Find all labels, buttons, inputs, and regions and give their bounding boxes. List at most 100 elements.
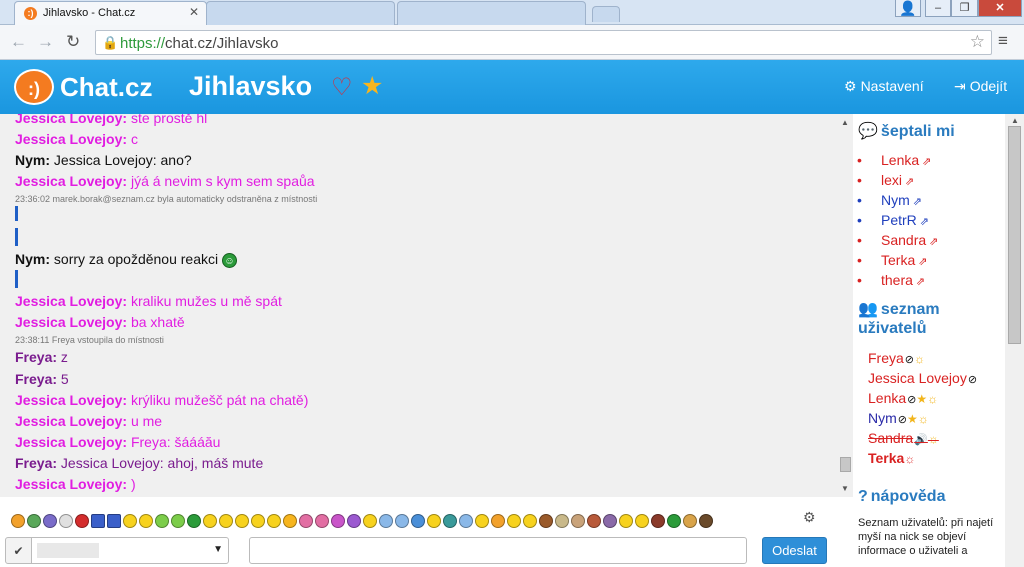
smiley-icon[interactable] [667, 513, 681, 528]
smiley-icon[interactable] [59, 513, 73, 528]
message-list[interactable]: Jessica Lovejoy: ste prostě hl Jessica L… [0, 114, 838, 497]
favorite-star-icon[interactable]: ★ [361, 71, 383, 101]
smiley-icon[interactable] [475, 513, 489, 528]
smiley-icon[interactable] [603, 513, 617, 528]
whisper-item[interactable]: • Terka ⇗ [857, 252, 927, 268]
user-item[interactable]: Terka☼ [868, 450, 915, 466]
external-link-icon[interactable]: ⇗ [905, 176, 914, 188]
sidebar-scrollbar[interactable]: ▲ [1005, 114, 1024, 567]
recipient-select[interactable]: ▼ [31, 537, 229, 564]
user-item[interactable]: Sandra🔊☼ [868, 430, 939, 446]
external-link-icon[interactable]: ⇗ [929, 236, 938, 248]
smiley-icon[interactable] [299, 513, 313, 528]
smiley-icon[interactable] [155, 513, 169, 528]
close-tab-icon[interactable]: ✕ [189, 5, 199, 19]
send-button[interactable]: Odeslat [762, 537, 827, 564]
whisper-item[interactable]: • thera ⇗ [857, 272, 925, 288]
smiley-icon[interactable] [539, 513, 553, 528]
smiley-icon[interactable] [523, 513, 537, 528]
maximize-button[interactable]: ❐ [951, 0, 978, 17]
smiley-icon[interactable] [171, 513, 185, 528]
scroll-down-arrow-icon[interactable]: ▼ [841, 484, 849, 493]
new-tab-button[interactable] [592, 6, 620, 22]
smiley-icon[interactable] [347, 513, 361, 528]
user-item[interactable]: Jessica Lovejoy⊘ [868, 370, 977, 386]
help-heading[interactable]: ? nápověda [858, 488, 945, 506]
smiley-icon[interactable] [331, 513, 345, 528]
smiley-icon[interactable] [699, 513, 713, 528]
settings-link[interactable]: ⚙ Nastavení [844, 78, 924, 95]
quote-bar [15, 228, 18, 246]
smiley-icon[interactable] [491, 513, 505, 528]
scrollbar-thumb[interactable] [840, 457, 851, 472]
smiley-icon[interactable] [75, 513, 89, 528]
smiley-icon[interactable] [683, 513, 697, 528]
gear-icon[interactable]: ⚙ [803, 509, 816, 526]
logo-icon[interactable]: :) [14, 69, 54, 105]
smiley-icon[interactable] [507, 513, 521, 528]
forward-arrow-icon[interactable]: → [37, 32, 54, 52]
profile-button[interactable]: 👤 [895, 0, 921, 17]
browser-tab[interactable] [206, 1, 395, 25]
smiley-icon[interactable] [43, 513, 57, 528]
message-scrollbar[interactable]: ▲ ▼ [838, 114, 853, 497]
smiley-icon[interactable] [635, 513, 649, 528]
external-link-icon[interactable]: ⇗ [918, 256, 927, 268]
logo-text[interactable]: Chat.cz [60, 72, 152, 103]
private-checkbox[interactable]: ✔ [5, 537, 32, 564]
smiley-icon[interactable] [251, 513, 265, 528]
back-arrow-icon[interactable]: ← [10, 32, 27, 52]
leave-link[interactable]: ⇥ Odejít [954, 78, 1007, 95]
smiley-icon[interactable] [267, 513, 281, 528]
minimize-button[interactable]: – [925, 0, 951, 17]
external-link-icon[interactable]: ⇗ [913, 196, 922, 208]
smiley-icon[interactable] [427, 513, 441, 528]
flag-icon[interactable] [91, 513, 105, 528]
whisper-item[interactable]: • lexi ⇗ [857, 172, 914, 188]
smiley-icon[interactable] [27, 513, 41, 528]
smiley-icon[interactable] [363, 513, 377, 528]
scroll-up-arrow-icon[interactable]: ▲ [841, 118, 849, 127]
smiley-icon[interactable] [379, 513, 393, 528]
reload-icon[interactable]: ↻ [66, 32, 80, 52]
smiley-icon[interactable] [555, 513, 569, 528]
flag-icon[interactable] [107, 513, 121, 528]
smiley-icon[interactable] [123, 513, 137, 528]
whisper-item[interactable]: • Nym ⇗ [857, 192, 922, 208]
user-item[interactable]: Freya⊘☼ [868, 350, 925, 366]
whisper-item[interactable]: • PetrR ⇗ [857, 212, 929, 228]
smiley-icon[interactable] [587, 513, 601, 528]
user-item[interactable]: Nym⊘★☼ [868, 410, 929, 426]
smiley-icon[interactable] [459, 513, 473, 528]
smiley-icon[interactable] [219, 513, 233, 528]
address-bar[interactable]: 🔒 https://chat.cz/Jihlavsko ☆ [95, 30, 992, 55]
browser-menu-icon[interactable]: ≡ [998, 31, 1008, 51]
smiley-icon[interactable] [411, 513, 425, 528]
browser-tab-active[interactable]: :) Jihlavsko - Chat.cz ✕ [14, 1, 207, 25]
external-link-icon[interactable]: ⇗ [920, 216, 929, 228]
smiley-icon[interactable] [11, 513, 25, 528]
whisper-item[interactable]: • Sandra ⇗ [857, 232, 938, 248]
user-item[interactable]: Lenka⊘★☼ [868, 390, 938, 406]
whisper-item[interactable]: • Lenka ⇗ [857, 152, 931, 168]
smiley-icon[interactable] [187, 513, 201, 528]
smiley-icon[interactable] [395, 513, 409, 528]
scrollbar-thumb[interactable] [1008, 126, 1021, 344]
smiley-icon[interactable] [203, 513, 217, 528]
bookmark-star-icon[interactable]: ☆ [970, 32, 985, 52]
smiley-icon[interactable] [443, 513, 457, 528]
smiley-icon[interactable] [651, 513, 665, 528]
close-window-button[interactable]: ✕ [978, 0, 1022, 17]
smiley-icon[interactable] [315, 513, 329, 528]
smiley-icon[interactable] [571, 513, 585, 528]
external-link-icon[interactable]: ⇗ [916, 276, 925, 288]
smiley-icon[interactable] [235, 513, 249, 528]
external-link-icon[interactable]: ⇗ [922, 156, 931, 168]
smiley-icon[interactable] [619, 513, 633, 528]
smiley-icon[interactable] [283, 513, 297, 528]
message-input[interactable] [249, 537, 747, 564]
heart-icon[interactable]: ♡ [331, 73, 353, 102]
scroll-up-arrow-icon[interactable]: ▲ [1011, 116, 1019, 125]
browser-tab[interactable] [397, 1, 586, 25]
smiley-icon[interactable] [139, 513, 153, 528]
